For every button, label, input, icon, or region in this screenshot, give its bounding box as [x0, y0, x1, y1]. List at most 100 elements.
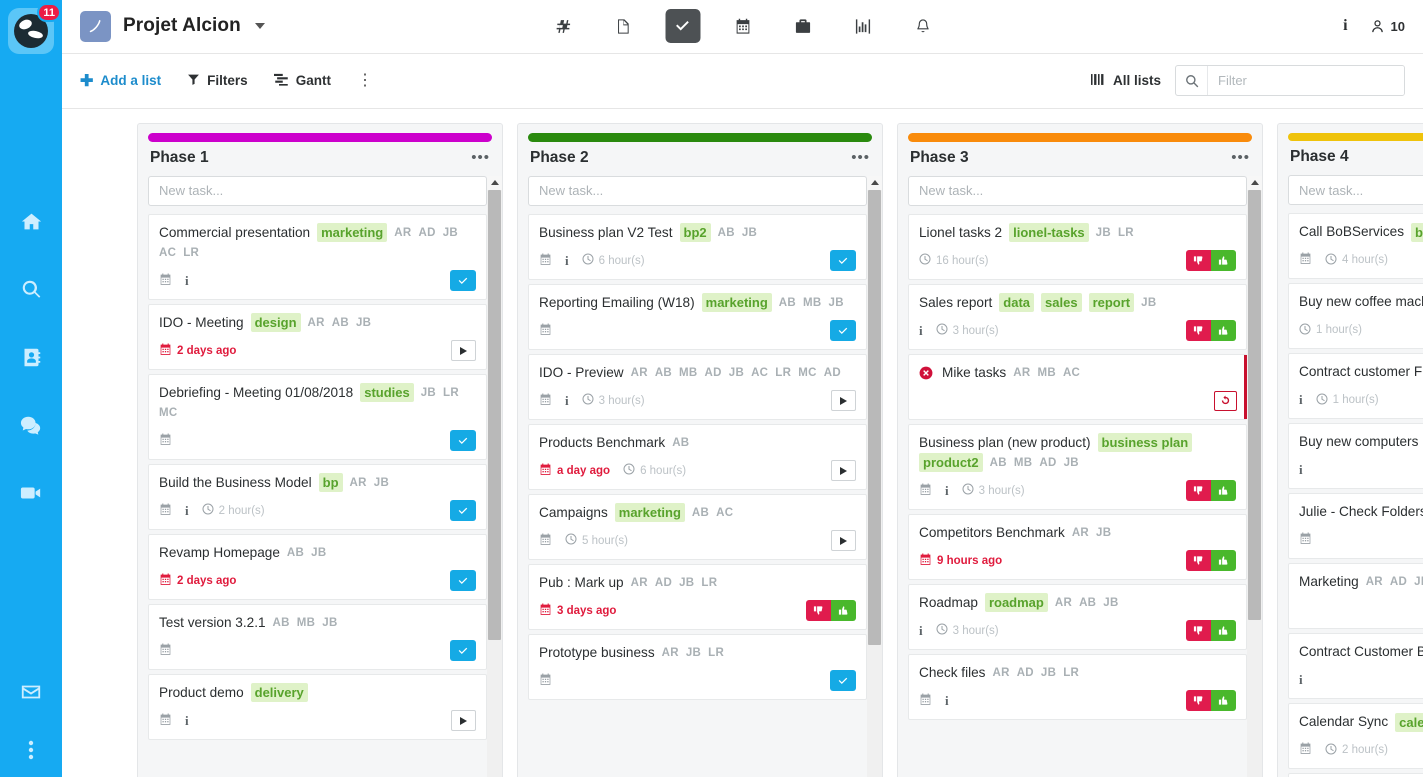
task-tag[interactable]: calendar [1395, 713, 1423, 732]
task-card[interactable]: Prototype businessARJBLR [528, 634, 867, 700]
video-icon[interactable] [18, 480, 44, 506]
task-assignee[interactable]: AR [631, 573, 648, 593]
task-assignee[interactable]: AD [1017, 663, 1034, 683]
calendar-icon-meta[interactable] [159, 273, 172, 289]
new-task-input[interactable] [528, 176, 867, 206]
task-assignee[interactable]: LR [183, 243, 199, 263]
complete-task-button[interactable] [450, 430, 476, 451]
task-assignee[interactable]: AC [751, 363, 768, 383]
task-card[interactable]: Mike tasksARMBAC [908, 354, 1247, 420]
calendar-icon-meta[interactable]: 2 days ago [159, 573, 236, 589]
column-menu-button[interactable]: ••• [1231, 150, 1250, 165]
chat-icon[interactable] [18, 412, 44, 438]
info-icon[interactable]: i [1299, 462, 1303, 478]
column-scrollbar[interactable] [487, 176, 502, 777]
task-assignee[interactable]: AB [655, 363, 672, 383]
task-assignee[interactable]: JB [311, 543, 326, 563]
task-assignee[interactable]: JB [1064, 453, 1079, 473]
info-icon[interactable]: i [565, 253, 569, 269]
chart-icon[interactable] [845, 9, 880, 43]
clock-icon-meta[interactable]: 5 hour(s) [565, 533, 628, 548]
complete-task-button[interactable] [450, 640, 476, 661]
calendar-icon-meta[interactable] [919, 693, 932, 709]
task-tag[interactable]: studies [360, 383, 414, 402]
app-logo[interactable]: 11 [8, 8, 54, 54]
scrollbar-track[interactable] [1247, 190, 1262, 777]
column-scrollbar[interactable] [867, 176, 882, 777]
task-assignee[interactable]: AD [1390, 572, 1407, 592]
task-card[interactable]: Calendar SynccalendarARAB2 hour(s) [1288, 703, 1423, 769]
home-icon[interactable] [18, 208, 44, 234]
task-tag[interactable]: business plan [1098, 433, 1193, 452]
mail-icon[interactable] [18, 679, 44, 705]
thumbs-up-button[interactable] [1211, 690, 1236, 711]
task-assignee[interactable]: AB [332, 313, 349, 333]
task-assignee[interactable]: JB [374, 473, 389, 493]
task-assignee[interactable]: AD [824, 363, 841, 383]
task-card[interactable]: Sales reportdatasalesreportJBi3 hour(s) [908, 284, 1247, 350]
task-assignee[interactable]: MB [803, 293, 822, 313]
add-list-button[interactable]: ✚ Add a list [80, 71, 161, 91]
task-tag[interactable]: lionel-tasks [1009, 223, 1089, 242]
clock-icon-meta[interactable]: 2 hour(s) [202, 503, 265, 518]
briefcase-icon[interactable] [785, 9, 820, 43]
complete-task-button[interactable] [830, 670, 856, 691]
start-timer-button[interactable] [831, 530, 856, 551]
thumbs-up-button[interactable] [1211, 250, 1236, 271]
calendar-icon-meta[interactable] [919, 483, 932, 499]
task-card[interactable]: Pub : Mark upARADJBLR3 days ago [528, 564, 867, 630]
new-task-input[interactable] [148, 176, 487, 206]
thumbs-up-button[interactable] [1211, 550, 1236, 571]
task-card[interactable]: Business plan (new product)business plan… [908, 424, 1247, 510]
calendar-icon-meta[interactable] [1299, 532, 1312, 548]
task-assignee[interactable]: AB [692, 503, 709, 523]
calendar-icon-meta[interactable] [159, 433, 172, 449]
chevron-down-icon[interactable] [255, 23, 265, 29]
task-assignee[interactable]: MB [1014, 453, 1033, 473]
thumbs-down-button[interactable] [806, 600, 831, 621]
clock-icon-meta[interactable]: 3 hour(s) [936, 323, 999, 338]
new-task-input[interactable] [908, 176, 1247, 206]
document-icon[interactable] [605, 9, 640, 43]
scroll-up-button[interactable] [487, 176, 502, 190]
task-assignee[interactable]: AB [287, 543, 304, 563]
task-assignee[interactable]: AB [990, 453, 1007, 473]
toolbar-more-button[interactable]: ⋮ [357, 73, 373, 89]
search-input[interactable] [1208, 66, 1404, 95]
clock-icon-meta[interactable]: 6 hour(s) [582, 253, 645, 268]
thumbs-down-button[interactable] [1186, 320, 1211, 341]
retry-sync-button[interactable] [1214, 391, 1237, 411]
task-card[interactable]: MarketingARADJB [1288, 563, 1423, 629]
task-assignee[interactable]: JB [1141, 293, 1156, 313]
task-assignee[interactable]: JB [421, 383, 436, 403]
task-assignee[interactable]: LR [701, 573, 717, 593]
task-assignee[interactable]: JB [1103, 593, 1118, 613]
gantt-button[interactable]: Gantt [274, 73, 331, 89]
scrollbar-thumb[interactable] [868, 190, 881, 645]
task-assignee[interactable]: AR [394, 223, 411, 243]
clock-icon-meta[interactable]: 1 hour(s) [1316, 393, 1379, 408]
task-card[interactable]: Call customer E (Canada)client1 hour(s) [1288, 773, 1423, 777]
info-icon[interactable]: i [1299, 392, 1303, 408]
info-icon[interactable]: i [1343, 17, 1347, 35]
new-task-input[interactable] [1288, 175, 1423, 205]
info-icon[interactable]: i [185, 713, 189, 729]
task-tag[interactable]: product2 [919, 453, 983, 472]
task-assignee[interactable]: JB [1041, 663, 1056, 683]
info-icon[interactable]: i [919, 323, 923, 339]
task-card[interactable]: RoadmaproadmapARABJBi3 hour(s) [908, 584, 1247, 650]
complete-task-button[interactable] [450, 570, 476, 591]
clock-icon-meta[interactable]: 6 hour(s) [623, 463, 686, 478]
task-card[interactable]: IDO - PreviewARABMBADJBACLRMCADi3 hour(s… [528, 354, 867, 420]
calendar-icon-meta[interactable] [539, 393, 552, 409]
task-tag[interactable]: bobservices [1411, 223, 1423, 242]
column-scrollbar[interactable] [1247, 176, 1262, 777]
info-icon[interactable]: i [565, 393, 569, 409]
task-tag[interactable]: marketing [615, 503, 685, 522]
task-assignee[interactable]: AR [631, 363, 648, 383]
start-timer-button[interactable] [451, 340, 476, 361]
bell-icon[interactable] [905, 9, 940, 43]
task-card[interactable]: Build the Business ModelbpARJBi2 hour(s) [148, 464, 487, 530]
task-assignee[interactable]: AC [159, 243, 176, 263]
start-timer-button[interactable] [451, 710, 476, 731]
